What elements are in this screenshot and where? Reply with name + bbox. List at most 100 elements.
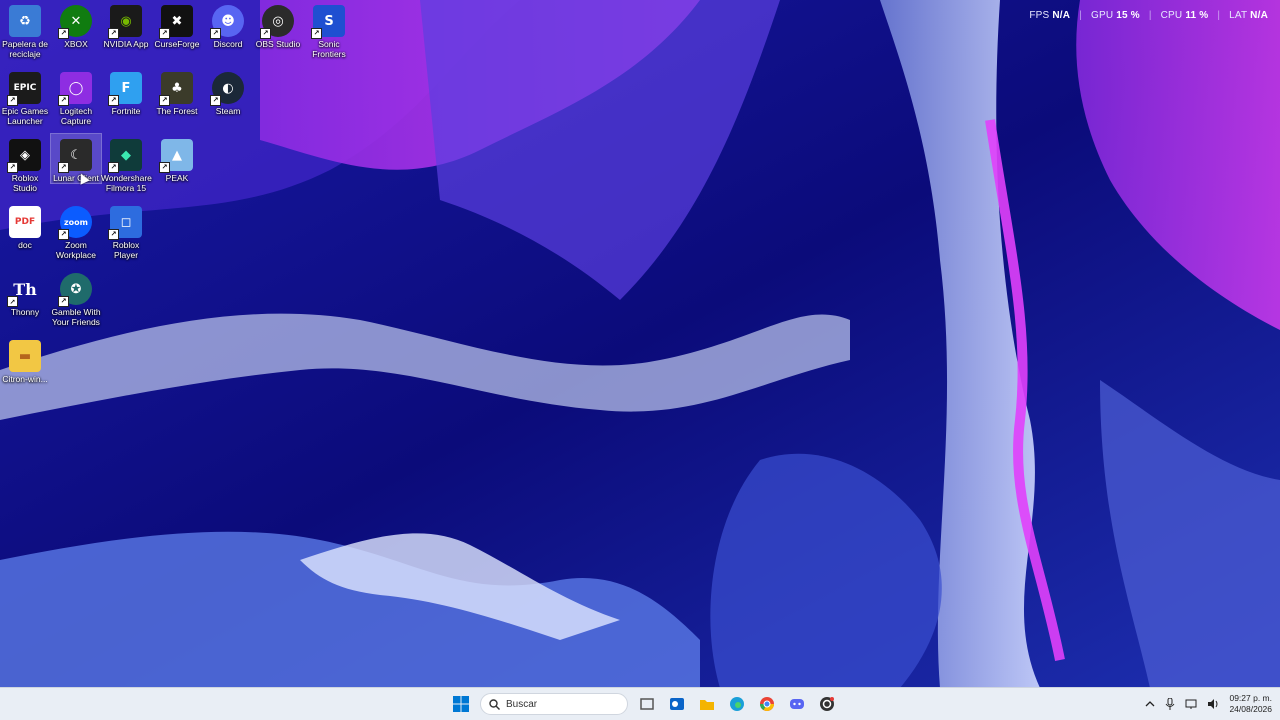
- desktop-icon-gamble-with-your-friends[interactable]: ✪ ↗ Gamble With Your Friends: [51, 268, 101, 327]
- desktop-icon-doc[interactable]: PDF doc: [0, 201, 50, 250]
- overlay-separator: |: [1148, 10, 1152, 21]
- desktop-icon-label: Zoom Workplace: [56, 240, 96, 260]
- gamble-icon: ✪ ↗: [58, 273, 92, 307]
- clock-time: 09:27 p. m.: [1229, 693, 1272, 703]
- desktop-icon-sonic-frontiers[interactable]: S ↗ Sonic Frontiers: [304, 0, 354, 59]
- task-view-button[interactable]: [636, 693, 658, 715]
- taskbar-search-box[interactable]: Buscar: [480, 693, 628, 715]
- filmora-icon: ◆ ↗: [108, 139, 142, 173]
- gpu-value: 15 %: [1116, 10, 1140, 21]
- roblox-studio-icon: ◈ ↗: [7, 139, 41, 173]
- search-placeholder: Buscar: [506, 698, 538, 710]
- volume-icon[interactable]: [1207, 698, 1219, 710]
- chrome-button[interactable]: [756, 693, 778, 715]
- desktop-icon-zoom[interactable]: zoom ↗ Zoom Workplace: [51, 201, 101, 260]
- outlook-icon: [670, 698, 684, 710]
- desktop-icon-obs-studio[interactable]: ◎ ↗ OBS Studio: [253, 0, 303, 49]
- desktop-icon-roblox-player[interactable]: ◻ ↗ Roblox Player: [101, 201, 151, 260]
- fps-value: N/A: [1052, 10, 1071, 21]
- desktop-icon-label: CurseForge: [154, 39, 200, 49]
- obs-taskbar-button[interactable]: [816, 693, 838, 715]
- desktop-icon-peak[interactable]: ▲ ↗ PEAK: [152, 134, 202, 183]
- desktop-icon-label: XBOX: [64, 39, 88, 49]
- curseforge-icon: ✖ ↗: [159, 5, 193, 39]
- chrome-icon: [760, 697, 774, 711]
- desktop-icon-label: Discord: [213, 39, 243, 49]
- desktop-icon-logitech-capture[interactable]: ◯ ↗ Logitech Capture: [51, 67, 101, 126]
- cpu-value: 11 %: [1185, 10, 1209, 21]
- start-button[interactable]: [450, 693, 472, 715]
- desktop-icon-fortnite[interactable]: F ↗ Fortnite: [101, 67, 151, 116]
- desktop-icon-label: Logitech Capture: [59, 106, 93, 126]
- desktop-icon-curseforge[interactable]: ✖ ↗ CurseForge: [152, 0, 202, 49]
- desktop-icon-label: PEAK: [165, 173, 189, 183]
- pdf-icon: PDF: [9, 206, 41, 238]
- overlay-separator: |: [1079, 10, 1082, 21]
- fortnite-icon: F ↗: [108, 72, 142, 106]
- nvidia-icon: ◉ ↗: [108, 5, 142, 39]
- discord-taskbar-icon: [790, 699, 804, 709]
- desktop-icon-the-forest[interactable]: ♣ ↗ The Forest: [152, 67, 202, 116]
- desktop-icon-roblox-studio[interactable]: ◈ ↗ Roblox Studio: [0, 134, 50, 193]
- desktop-icon-xbox[interactable]: ✕ ↗ XBOX: [51, 0, 101, 49]
- desktop-icon-label: NVIDIA App: [103, 39, 149, 49]
- epic-games-icon: EPIC ↗: [7, 72, 41, 106]
- network-icon[interactable]: [1185, 698, 1197, 710]
- chevron-up-icon[interactable]: [1145, 699, 1155, 709]
- cpu-label: CPU: [1160, 10, 1183, 21]
- lat-label: LAT: [1229, 10, 1248, 21]
- fps-label: FPS: [1029, 10, 1050, 21]
- outlook-button[interactable]: [666, 693, 688, 715]
- desktop-icon-label: Gamble With Your Friends: [51, 307, 101, 327]
- desktop-icon-filmora[interactable]: ◆ ↗ Wondershare Filmora 15: [101, 134, 152, 193]
- search-icon: [489, 698, 500, 710]
- obs-icon: ◎ ↗: [260, 5, 294, 39]
- desktop-icon-label: Citron-win...: [2, 374, 48, 384]
- peak-icon: ▲ ↗: [159, 139, 193, 173]
- desktop-icon-nvidia-app[interactable]: ◉ ↗ NVIDIA App: [101, 0, 151, 49]
- file-explorer-button[interactable]: [696, 693, 718, 715]
- desktop-icon-label: Sonic Frontiers: [312, 39, 346, 59]
- task-view-icon: [640, 698, 654, 710]
- desktop-icon-label: doc: [18, 240, 32, 250]
- discord-taskbar-button[interactable]: [786, 693, 808, 715]
- windows-start-icon: [453, 696, 469, 712]
- taskbar-center: Buscar: [450, 688, 838, 720]
- desktop-icon-recycle-bin[interactable]: ♻ Papelera de reciclaje: [0, 0, 50, 59]
- lat-value: N/A: [1250, 10, 1268, 21]
- desktop-icon-label: Steam: [215, 106, 241, 116]
- desktop-icon-label: Fortnite: [111, 106, 141, 116]
- clock-date: 24/08/2026: [1229, 704, 1272, 714]
- sonic-icon: S ↗: [311, 5, 345, 39]
- recycle-bin-icon: ♻: [9, 5, 41, 37]
- steam-icon: ◐ ↗: [210, 72, 244, 106]
- edge-button[interactable]: [726, 693, 748, 715]
- desktop-icon-label: Epic Games Launcher: [1, 106, 49, 126]
- desktop-icon-label: Wondershare Filmora 15: [101, 173, 152, 193]
- system-tray: 09:27 p. m. 24/08/2026: [1145, 688, 1272, 720]
- xbox-icon: ✕ ↗: [58, 5, 92, 39]
- desktop-icon-label: Thonny: [10, 307, 40, 317]
- microphone-icon[interactable]: [1165, 698, 1175, 710]
- desktop-icon-steam[interactable]: ◐ ↗ Steam: [203, 67, 253, 116]
- desktop-icon-label: OBS Studio: [255, 39, 301, 49]
- taskbar: Buscar 09:27 p. m. 24/08/2026: [0, 687, 1280, 720]
- desktop-icon-epic-games[interactable]: EPIC ↗ Epic Games Launcher: [0, 67, 50, 126]
- lunar-client-icon: ☾ ↗: [58, 139, 92, 173]
- zoom-icon: zoom ↗: [58, 206, 92, 240]
- desktop-icon-citron-folder[interactable]: ▬ Citron-win...: [0, 335, 50, 384]
- obs-taskbar-icon: [820, 697, 834, 711]
- thonny-icon: Th ↗: [7, 273, 41, 307]
- file-explorer-icon: [700, 700, 714, 710]
- desktop-icon-discord[interactable]: ☻ ↗ Discord: [203, 0, 253, 49]
- desktop-icon-thonny[interactable]: Th ↗ Thonny: [0, 268, 50, 317]
- discord-icon: ☻ ↗: [210, 5, 244, 39]
- gpu-label: GPU: [1090, 10, 1114, 21]
- the-forest-icon: ♣ ↗: [159, 72, 193, 106]
- logitech-capture-icon: ◯ ↗: [58, 72, 92, 106]
- clock[interactable]: 09:27 p. m. 24/08/2026: [1229, 693, 1272, 715]
- performance-overlay: FPS N/A | GPU 15 % | CPU 11 % | LAT N/A: [1029, 10, 1268, 21]
- overlay-separator: |: [1217, 10, 1221, 21]
- desktop-icon-label: Roblox Player: [112, 240, 140, 260]
- desktop-icon-label: The Forest: [156, 106, 198, 116]
